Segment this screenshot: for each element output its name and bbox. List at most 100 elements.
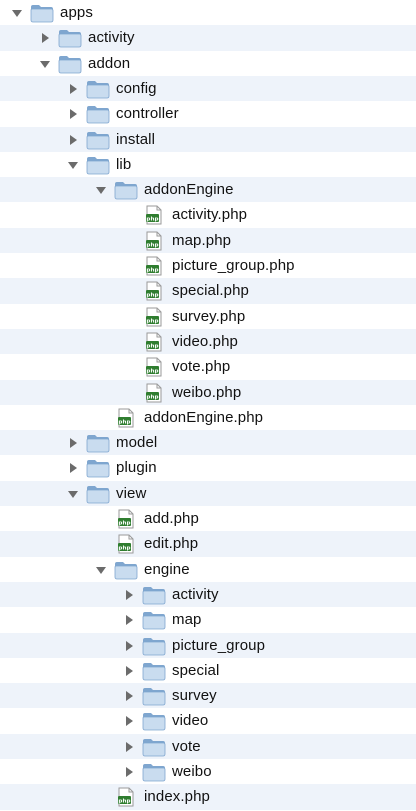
item-label: addon	[88, 54, 131, 72]
item-label: vote	[172, 737, 201, 755]
folder-row-addon[interactable]: addon	[0, 51, 416, 76]
item-label: vote.php	[172, 358, 231, 376]
folder-row-plugin[interactable]: plugin	[0, 455, 416, 480]
folder-row-engine[interactable]: engine	[0, 557, 416, 582]
folder-icon	[86, 130, 110, 150]
item-label: picture_group	[172, 636, 266, 654]
item-label: plugin	[116, 459, 157, 477]
file-row-weibo-php[interactable]: php weibo.php	[0, 379, 416, 405]
file-row-special-php[interactable]: php special.php	[0, 278, 416, 304]
svg-text:php: php	[118, 419, 130, 425]
item-label: survey.php	[172, 307, 246, 325]
file-row-add-php[interactable]: php add.php	[0, 506, 416, 531]
file-row-addonengine-php[interactable]: php addonEngine.php	[0, 405, 416, 430]
item-label: survey	[172, 687, 217, 705]
file-row-survey-php[interactable]: php survey.php	[0, 304, 416, 329]
item-label: picture_group.php	[172, 257, 295, 274]
svg-text:php: php	[146, 293, 158, 299]
disclosure-triangle-collapsed-icon[interactable]	[122, 588, 136, 602]
item-label: map	[172, 611, 202, 629]
folder-icon	[114, 560, 138, 580]
folder-row-lib[interactable]: lib	[0, 152, 416, 177]
file-row-index-php[interactable]: php index.php	[0, 784, 416, 810]
folder-icon	[142, 585, 166, 605]
disclosure-triangle-expanded-icon[interactable]	[66, 487, 80, 501]
item-label: special.php	[172, 282, 249, 300]
folder-row-config[interactable]: config	[0, 75, 416, 102]
disclosure-triangle-expanded-icon[interactable]	[94, 183, 108, 197]
file-row-picture-group-php[interactable]: php picture_group.php	[0, 253, 416, 278]
folder-icon	[86, 79, 110, 99]
folder-row-activity[interactable]: activity	[0, 25, 416, 51]
file-row-edit-php[interactable]: php edit.php	[0, 531, 416, 557]
disclosure-triangle-collapsed-icon[interactable]	[122, 664, 136, 678]
php-file-icon: php	[114, 787, 138, 807]
folder-row-map[interactable]: map	[0, 607, 416, 632]
disclosure-triangle-collapsed-icon[interactable]	[122, 639, 136, 653]
item-label: video.php	[172, 332, 238, 350]
file-row-map-php[interactable]: php map.php	[0, 227, 416, 253]
disclosure-triangle-collapsed-icon[interactable]	[66, 461, 80, 475]
folder-icon	[114, 180, 138, 200]
disclosure-triangle-expanded-icon[interactable]	[66, 158, 80, 172]
disclosure-triangle-collapsed-icon[interactable]	[122, 765, 136, 779]
disclosure-triangle-collapsed-icon[interactable]	[66, 107, 80, 121]
file-row-video-php[interactable]: php video.php	[0, 328, 416, 355]
disclosure-triangle-expanded-icon[interactable]	[10, 6, 24, 20]
folder-row-activity[interactable]: activity	[0, 581, 416, 608]
folder-icon	[142, 661, 166, 681]
disclosure-triangle-collapsed-icon[interactable]	[66, 436, 80, 450]
php-file-icon: php	[142, 357, 166, 377]
file-row-vote-php[interactable]: php vote.php	[0, 354, 416, 379]
item-label: lib	[116, 155, 132, 173]
svg-text:php: php	[146, 242, 158, 248]
item-label: activity	[88, 29, 135, 47]
svg-text:php: php	[146, 217, 158, 223]
disclosure-triangle-collapsed-icon[interactable]	[66, 82, 80, 96]
item-label: view	[116, 484, 147, 502]
item-label: weibo.php	[172, 383, 242, 401]
svg-text:php: php	[146, 318, 158, 324]
file-tree: apps activity addon config controller install…	[0, 0, 416, 810]
php-file-icon: php	[142, 231, 166, 251]
folder-icon	[86, 155, 110, 175]
folder-icon	[142, 711, 166, 731]
folder-row-survey[interactable]: survey	[0, 683, 416, 709]
php-file-icon: php	[142, 332, 166, 352]
svg-text:php: php	[146, 394, 158, 400]
folder-icon	[142, 737, 166, 757]
disclosure-triangle-collapsed-icon[interactable]	[122, 613, 136, 627]
folder-row-weibo[interactable]: weibo	[0, 759, 416, 784]
folder-row-vote[interactable]: vote	[0, 733, 416, 759]
folder-icon	[142, 762, 166, 782]
item-label: model	[116, 434, 158, 452]
item-label: index.php	[144, 788, 210, 806]
php-file-icon: php	[142, 281, 166, 301]
folder-icon	[58, 54, 82, 74]
folder-row-special[interactable]: special	[0, 658, 416, 683]
folder-row-model[interactable]: model	[0, 430, 416, 456]
disclosure-triangle-expanded-icon[interactable]	[38, 57, 52, 71]
folder-icon	[142, 610, 166, 630]
folder-row-video[interactable]: video	[0, 708, 416, 733]
item-label: video	[172, 712, 209, 730]
folder-icon	[142, 686, 166, 706]
folder-row-picture-group[interactable]: picture_group	[0, 632, 416, 658]
disclosure-triangle-collapsed-icon[interactable]	[122, 714, 136, 728]
folder-row-addonengine[interactable]: addonEngine	[0, 177, 416, 203]
folder-row-install[interactable]: install	[0, 126, 416, 152]
folder-row-view[interactable]: view	[0, 480, 416, 506]
disclosure-triangle-expanded-icon[interactable]	[94, 563, 108, 577]
disclosure-triangle-collapsed-icon[interactable]	[66, 133, 80, 147]
folder-row-apps[interactable]: apps	[0, 0, 416, 25]
file-row-activity-php[interactable]: php activity.php	[0, 202, 416, 227]
disclosure-triangle-collapsed-icon[interactable]	[122, 689, 136, 703]
item-label: activity	[172, 585, 219, 603]
svg-text:php: php	[118, 521, 130, 527]
item-label: controller	[116, 105, 179, 123]
svg-text:php: php	[146, 369, 158, 375]
item-label: add.php	[144, 510, 199, 527]
disclosure-triangle-collapsed-icon[interactable]	[38, 31, 52, 45]
disclosure-triangle-collapsed-icon[interactable]	[122, 740, 136, 754]
folder-row-controller[interactable]: controller	[0, 101, 416, 126]
